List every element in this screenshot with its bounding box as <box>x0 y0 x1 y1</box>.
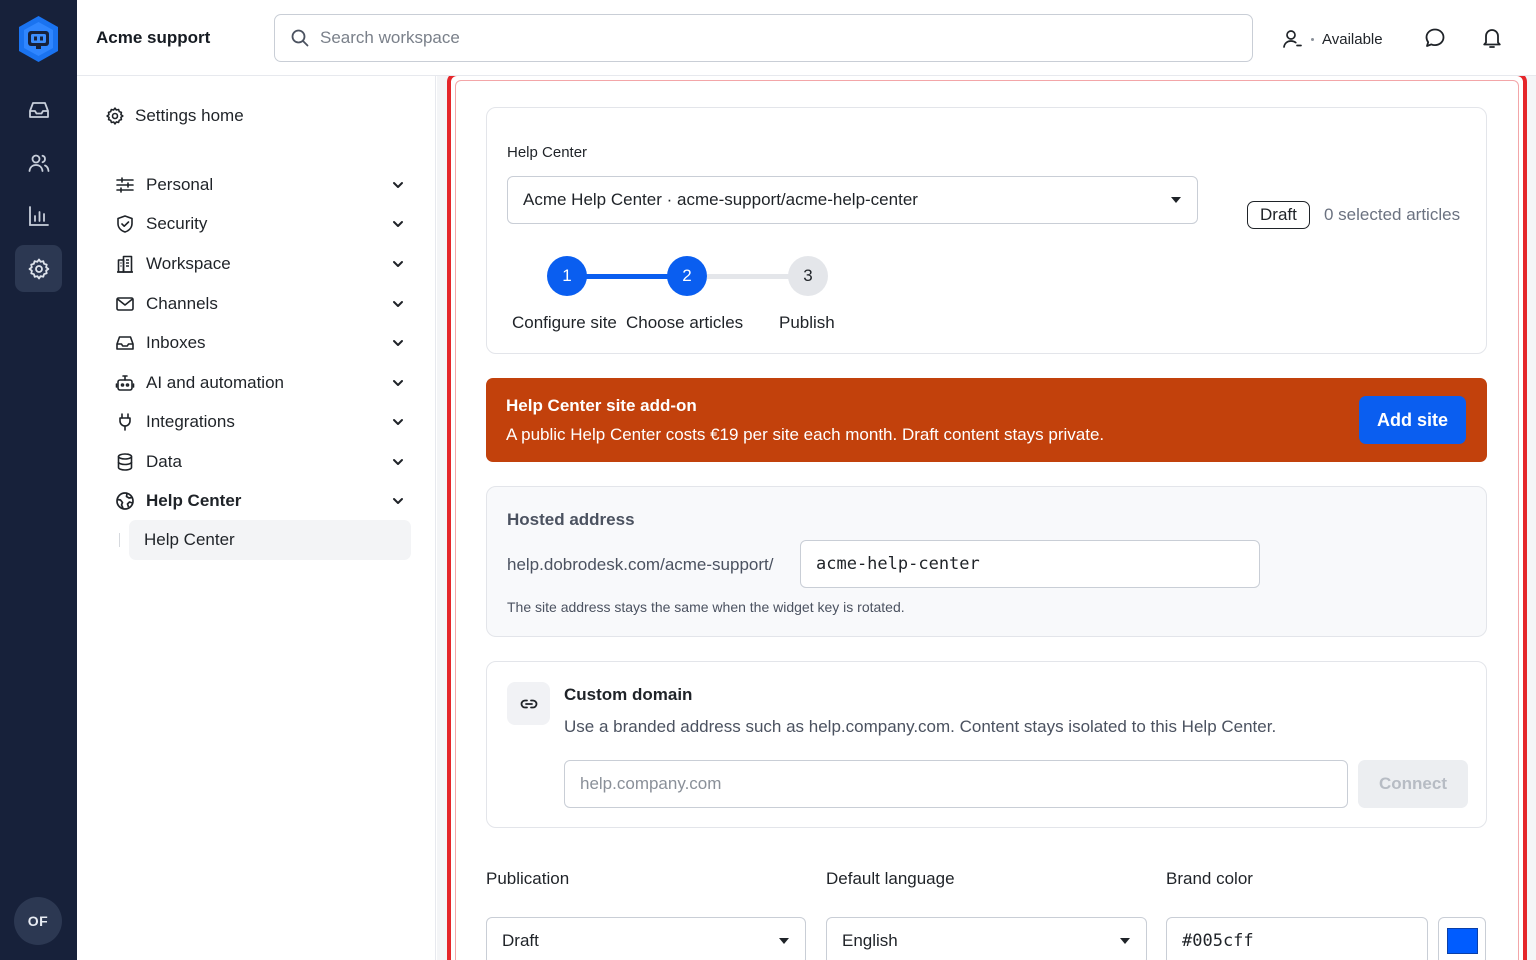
workspace-name[interactable]: Acme support <box>96 28 210 48</box>
brand-color-swatch <box>1446 928 1478 954</box>
settings-nav-button[interactable] <box>15 245 62 292</box>
chevron-down-icon <box>391 415 405 429</box>
step-3-label: Publish <box>779 313 835 332</box>
settings-home-link[interactable]: Settings home <box>105 106 244 126</box>
status-badge: Draft <box>1247 201 1310 229</box>
link-icon <box>507 682 550 725</box>
selected-articles-count: 0 selected articles <box>1324 205 1461 224</box>
inbox-icon <box>27 98 51 122</box>
search-icon <box>290 28 310 48</box>
help-center-select[interactable]: Acme Help Center · acme-support/acme-hel… <box>507 176 1198 224</box>
help-center-select-value: Acme Help Center · acme-support/acme-hel… <box>523 190 918 209</box>
publication-label: Publication <box>486 869 570 888</box>
sliders-icon <box>115 175 135 195</box>
sidebar-item-help-center[interactable]: Help Center <box>115 486 405 516</box>
add-site-button[interactable]: Add site <box>1359 396 1466 444</box>
inbox-icon <box>115 333 135 353</box>
publication-select-value: Draft <box>502 931 539 950</box>
addon-banner: Help Center site add-on A public Help Ce… <box>486 378 1487 462</box>
language-select[interactable]: English <box>826 917 1147 960</box>
step-1-circle[interactable]: 1 <box>547 256 587 296</box>
bell-icon[interactable] <box>1480 26 1504 50</box>
search-box[interactable] <box>274 14 1253 62</box>
custom-domain-description: Use a branded address such as help.compa… <box>564 717 1277 736</box>
caret-down-icon <box>1120 938 1130 944</box>
reports-icon <box>27 204 51 228</box>
brand-color-label: Brand color <box>1166 869 1253 888</box>
caret-down-icon <box>1171 197 1181 203</box>
presence-status[interactable]: Available <box>1281 28 1383 50</box>
chevron-down-icon <box>391 336 405 350</box>
globe-icon <box>115 491 135 511</box>
chevron-down-icon <box>391 494 405 508</box>
top-bar: Acme support Available <box>77 0 1536 76</box>
chevron-down-icon <box>391 297 405 311</box>
hosted-address-card: Hosted address help.dobrodesk.com/acme-s… <box>486 486 1487 637</box>
step-3-circle[interactable]: 3 <box>788 256 828 296</box>
chevron-down-icon <box>391 217 405 231</box>
chevron-down-icon <box>391 455 405 469</box>
language-select-value: English <box>842 931 898 950</box>
building-icon <box>115 254 135 274</box>
custom-domain-title: Custom domain <box>564 685 693 704</box>
robot-icon <box>115 373 135 393</box>
settings-sidebar: Settings home Personal Security Workspac… <box>77 76 436 960</box>
reports-nav-button[interactable] <box>15 192 62 239</box>
main-content: Help Center Acme Help Center · acme-supp… <box>437 76 1536 960</box>
hosted-address-prefix: help.dobrodesk.com/acme-support/ <box>507 555 774 574</box>
contacts-nav-button[interactable] <box>15 139 62 186</box>
custom-domain-input[interactable] <box>564 760 1348 808</box>
settings-icon <box>105 106 125 126</box>
help-center-card: Help Center Acme Help Center · acme-supp… <box>486 107 1487 354</box>
step-2-circle[interactable]: 2 <box>667 256 707 296</box>
sidebar-subitem-help-center[interactable]: Help Center <box>129 520 411 560</box>
presence-label: Available <box>1322 30 1383 48</box>
settings-home-label: Settings home <box>135 106 244 125</box>
sidebar-item-workspace[interactable]: Workspace <box>115 249 405 279</box>
sidebar-item-security[interactable]: Security <box>115 209 405 239</box>
sidebar-item-integrations[interactable]: Integrations <box>115 407 405 437</box>
shield-icon <box>115 214 135 234</box>
step-1-label: Configure site <box>512 313 617 332</box>
brand-color-picker[interactable] <box>1438 917 1486 960</box>
sub-nav-line <box>119 533 120 547</box>
user-icon <box>1281 28 1303 50</box>
sidebar-item-channels[interactable]: Channels <box>115 289 405 319</box>
user-avatar[interactable]: OF <box>14 897 62 945</box>
presence-dot <box>1311 37 1314 41</box>
help-center-label: Help Center <box>507 144 588 161</box>
brand-color-input[interactable]: #005cff <box>1166 917 1428 960</box>
contacts-icon <box>27 151 51 175</box>
sidebar-item-data[interactable]: Data <box>115 447 405 477</box>
app-logo-icon[interactable] <box>16 14 61 64</box>
database-icon <box>115 452 135 472</box>
sidebar-item-inboxes[interactable]: Inboxes <box>115 328 405 358</box>
settings-icon <box>27 257 51 281</box>
sidebar-item-ai-and-automation[interactable]: AI and automation <box>115 368 405 398</box>
chevron-down-icon <box>391 257 405 271</box>
custom-domain-card: Custom domain Use a branded address such… <box>486 661 1487 828</box>
site-slug-input[interactable]: acme-help-center <box>800 540 1260 588</box>
banner-text: A public Help Center costs €19 per site … <box>506 425 1105 444</box>
search-input[interactable] <box>320 28 1220 48</box>
app-rail: OF <box>0 0 77 960</box>
hosted-address-title: Hosted address <box>507 510 635 529</box>
step-2-label: Choose articles <box>626 313 744 332</box>
chat-icon[interactable] <box>1423 26 1447 50</box>
mail-icon <box>115 294 135 314</box>
publication-select[interactable]: Draft <box>486 917 806 960</box>
banner-title: Help Center site add-on <box>506 396 697 415</box>
inbox-nav-button[interactable] <box>15 86 62 133</box>
connect-button[interactable]: Connect <box>1358 760 1468 808</box>
caret-down-icon <box>779 938 789 944</box>
plug-icon <box>115 412 135 432</box>
chevron-down-icon <box>391 376 405 390</box>
chevron-down-icon <box>391 178 405 192</box>
default-language-label: Default language <box>826 869 955 888</box>
sidebar-item-personal[interactable]: Personal <box>115 170 405 200</box>
hosted-address-hint: The site address stays the same when the… <box>507 599 905 615</box>
